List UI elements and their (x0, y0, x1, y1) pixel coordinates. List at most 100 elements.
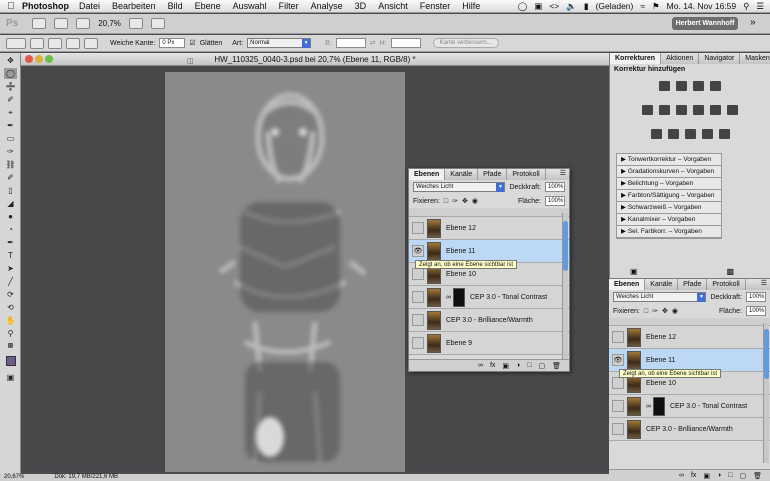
visibility-toggle[interactable] (412, 268, 424, 280)
3d-orbit-tool-icon[interactable]: ⟲ (4, 302, 17, 313)
adjustment-layer-icon[interactable]: ◑ (717, 472, 721, 479)
gradient-tool-icon[interactable]: ◢ (4, 198, 17, 209)
blend-mode-select[interactable]: Weiches Licht ▼ (613, 292, 707, 302)
preset-selective-color[interactable]: ▶ Sel. Farbkorr. – Vorgaben (617, 226, 721, 238)
menu-ebene[interactable]: Ebene (195, 1, 221, 11)
lock-all-icon[interactable]: ◉ (472, 197, 478, 205)
battery-icon[interactable]: ▮ (584, 1, 589, 12)
clip-layer-icon[interactable]: ▣ (630, 267, 638, 276)
minimize-window-icon[interactable] (35, 55, 43, 63)
tab-ebenen[interactable]: Ebenen (409, 169, 446, 180)
spotlight-icon[interactable]: ⚲ (743, 1, 749, 12)
marquee-tool-preset-icon[interactable] (6, 37, 26, 49)
gradient-map-icon[interactable] (701, 129, 713, 139)
tab-protokoll[interactable]: Protokoll (707, 279, 746, 290)
path-select-tool-icon[interactable]: ➤ (4, 263, 17, 274)
3d-rotate-tool-icon[interactable]: ⟳ (4, 289, 17, 300)
layer-row-ebene-9[interactable]: Ebene 9 (409, 332, 569, 355)
arrange-documents-icon[interactable] (128, 18, 143, 29)
selective-color-icon[interactable] (718, 129, 730, 139)
visibility-toggle[interactable] (412, 314, 424, 326)
antialias-checkbox[interactable]: ☑ (189, 39, 195, 47)
opacity-input[interactable]: 100% (545, 182, 565, 192)
document-tab[interactable]: ◫ HW_110325_0040-3.psd bei 20,7% (Ebene … (21, 53, 609, 66)
tab-kanaele[interactable]: Kanäle (445, 169, 479, 180)
new-layer-icon[interactable]: ▢ (739, 472, 746, 480)
brightness-icon[interactable] (659, 81, 670, 91)
preset-channel-mixer[interactable]: ▶ Kanalmixer – Vorgaben (617, 214, 721, 226)
add-selection-icon[interactable] (48, 37, 62, 49)
menubar-clock[interactable]: Mo. 14. Nov 16:59 (667, 1, 736, 11)
tab-navigator[interactable]: Navigator (699, 53, 741, 64)
layer-row-ebene-12[interactable]: Ebene 12 (409, 217, 569, 240)
width-input[interactable] (335, 38, 366, 48)
display-icon[interactable]: ▣ (534, 1, 542, 12)
apple-icon[interactable]:  (0, 1, 22, 12)
workspace-button[interactable]: Herbert Wannhoff (672, 17, 738, 30)
link-layers-icon[interactable]: ∞ (679, 472, 684, 479)
list-icon[interactable]: ☰ (756, 1, 764, 12)
visibility-toggle[interactable] (612, 423, 624, 435)
photo-filter-icon[interactable] (710, 105, 721, 115)
menu-analyse[interactable]: Analyse (311, 1, 343, 11)
preset-levels[interactable]: ▶ Tonwertkorrektur – Vorgaben (617, 154, 721, 166)
vibrance-icon[interactable] (642, 105, 653, 115)
healing-tool-icon[interactable]: ▭ (4, 133, 17, 144)
intersect-selection-icon[interactable] (84, 37, 98, 49)
new-layer-icon[interactable]: ▢ (538, 362, 545, 370)
visibility-toggle[interactable] (412, 291, 424, 303)
new-selection-icon[interactable] (30, 37, 44, 49)
lock-all-icon[interactable]: ◉ (672, 307, 678, 315)
color-balance-icon[interactable] (676, 105, 687, 115)
expand-icon[interactable]: » (750, 17, 756, 28)
chat-icon[interactable]: ◯ (518, 1, 528, 12)
exposure-icon[interactable] (710, 81, 721, 91)
opacity-input[interactable]: 100% (746, 292, 766, 302)
layer-scrollbar[interactable] (562, 213, 568, 359)
channel-mixer-icon[interactable] (727, 105, 738, 115)
add-mask-icon[interactable]: ▣ (502, 362, 509, 370)
lock-position-icon[interactable]: ✥ (662, 307, 668, 315)
blend-mode-select[interactable]: Weiches Licht ▼ (413, 182, 506, 192)
menu-filter[interactable]: Filter (279, 1, 299, 11)
menu-hilfe[interactable]: Hilfe (462, 1, 480, 11)
crop-tool-icon[interactable]: ⌖ (4, 107, 17, 118)
shape-tool-icon[interactable]: ╱ (4, 276, 17, 287)
scroll-thumb[interactable] (563, 221, 568, 271)
panel-menu-icon[interactable]: ☰ (761, 279, 770, 290)
adjustment-layer-icon[interactable]: ◑ (516, 362, 520, 369)
layer-row-ebene-12[interactable]: Ebene 12 (609, 326, 770, 349)
preset-black-white[interactable]: ▶ Schwarzweiß – Vorgaben (617, 202, 721, 214)
swap-icon[interactable]: ⇄ (370, 39, 376, 47)
layer-scrollbar[interactable] (763, 323, 769, 463)
new-group-icon[interactable]: □ (728, 472, 732, 479)
menu-bild[interactable]: Bild (168, 1, 183, 11)
tab-pfade[interactable]: Pfade (478, 169, 508, 180)
history-brush-icon[interactable]: ✐ (4, 172, 17, 183)
tab-protokoll[interactable]: Protokoll (507, 169, 546, 180)
fill-input[interactable]: 100% (746, 306, 766, 316)
layer-row-brilliance-warmth[interactable]: CEP 3.0 - Brilliance/Warmth (609, 418, 770, 441)
preset-exposure[interactable]: ▶ Belichtung – Vorgaben (617, 178, 721, 190)
menu-app-name[interactable]: Photoshop (22, 1, 69, 11)
trash-icon[interactable]: 🗑 (552, 362, 561, 370)
tab-ebenen[interactable]: Ebenen (609, 279, 646, 290)
move-tool-icon[interactable]: ✥ (4, 55, 17, 66)
threshold-icon[interactable] (684, 129, 696, 139)
marquee-tool-icon[interactable]: ◯ (4, 68, 17, 79)
layer-row-brilliance-warmth[interactable]: CEP 3.0 - Brilliance/Warmth (409, 309, 569, 332)
eye-icon[interactable]: 👁 (612, 354, 624, 366)
screen-mode-icon[interactable] (150, 18, 165, 29)
link-layers-icon[interactable]: ∞ (478, 362, 483, 369)
volume-icon[interactable]: 🔈 (566, 1, 577, 12)
blur-tool-icon[interactable]: ● (4, 211, 17, 222)
eraser-tool-icon[interactable]: ▯ (4, 185, 17, 196)
subtract-selection-icon[interactable] (66, 37, 80, 49)
menu-datei[interactable]: Datei (79, 1, 100, 11)
view-extras-icon[interactable] (76, 18, 91, 29)
tab-kanaele[interactable]: Kanäle (645, 279, 679, 290)
new-group-icon[interactable]: □ (527, 362, 531, 369)
hue-saturation-icon[interactable] (659, 105, 670, 115)
pen-tool-icon[interactable]: ✒ (4, 237, 17, 248)
quick-select-tool-icon[interactable]: ✐ (4, 94, 17, 105)
